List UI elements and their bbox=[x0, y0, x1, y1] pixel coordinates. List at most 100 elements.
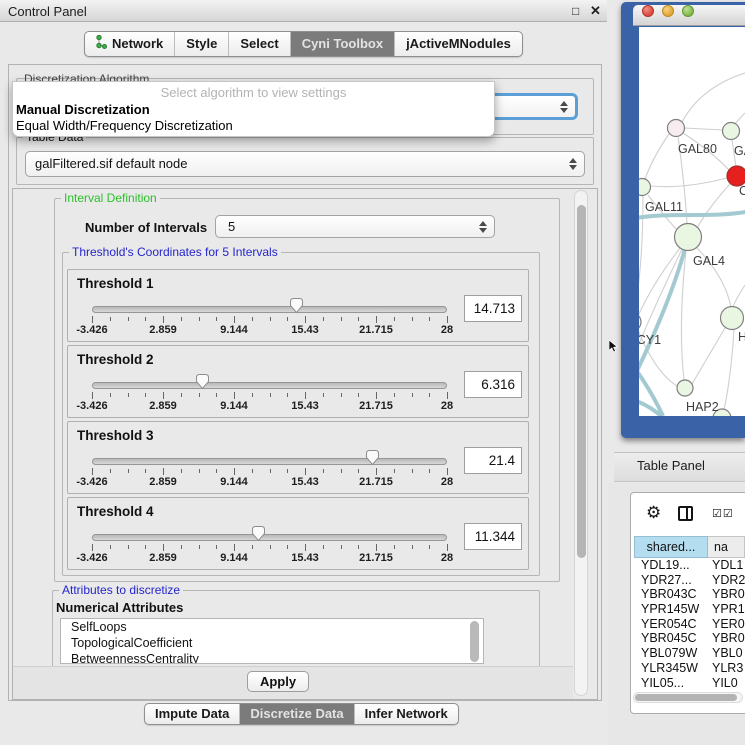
tab-impute-data[interactable]: Impute Data bbox=[145, 704, 239, 724]
GAL11-node[interactable] bbox=[639, 179, 651, 196]
window-minimize-icon[interactable] bbox=[662, 5, 674, 17]
numerical-attributes-list[interactable]: SelfLoopsTopologicalCoefficientBetweenne… bbox=[60, 618, 484, 664]
table-row[interactable]: YIL05...YIL0 bbox=[634, 676, 745, 691]
float-window-icon[interactable]: □ bbox=[572, 4, 579, 18]
table-row[interactable]: YDR27...YDR2 bbox=[634, 573, 745, 588]
node-label-gal11: GAL11 bbox=[645, 200, 683, 214]
GAL80-node[interactable] bbox=[668, 120, 685, 137]
minor-tick bbox=[128, 545, 129, 549]
threshold-value-field[interactable]: 14.713 bbox=[464, 295, 522, 322]
thresholds-group: Threshold's Coordinates for 5 Intervals … bbox=[62, 252, 540, 576]
window-close-icon[interactable] bbox=[642, 5, 654, 17]
network-edge[interactable] bbox=[681, 251, 686, 380]
network-edge[interactable] bbox=[682, 73, 745, 122]
number-of-intervals-dropdown[interactable]: 5 bbox=[215, 215, 495, 238]
slider-handle[interactable] bbox=[289, 297, 304, 314]
attributes-list-scrollbar-thumb[interactable] bbox=[470, 621, 479, 662]
table-row[interactable]: YLR345WYLR3 bbox=[634, 661, 745, 676]
cell-name: YBR0 bbox=[708, 631, 745, 646]
network-edge[interactable] bbox=[724, 330, 734, 410]
HAP2-node[interactable] bbox=[677, 380, 693, 396]
major-tick bbox=[92, 392, 93, 399]
attribute-item-selfloops[interactable]: SelfLoops bbox=[61, 619, 483, 635]
slider-handle[interactable] bbox=[251, 525, 266, 542]
network-edge[interactable] bbox=[697, 184, 730, 228]
table-row[interactable]: YBL079WYBL0 bbox=[634, 646, 745, 661]
threshold-label-4: Threshold 4 bbox=[77, 504, 154, 519]
minor-tick bbox=[394, 393, 395, 397]
column-header-name[interactable]: na bbox=[708, 536, 745, 558]
close-icon[interactable]: ✕ bbox=[590, 3, 601, 19]
attribute-item-topologicalcoefficient[interactable]: TopologicalCoefficient bbox=[61, 635, 483, 651]
network-edge[interactable] bbox=[639, 196, 643, 314]
tick-label: 9.144 bbox=[220, 324, 248, 336]
network-edge-thick[interactable] bbox=[639, 241, 687, 383]
gear-icon[interactable]: ⚙ bbox=[646, 503, 661, 523]
tick-label: 9.144 bbox=[220, 476, 248, 488]
network-edge[interactable] bbox=[733, 285, 745, 308]
vertical-scrollbar-thumb[interactable] bbox=[577, 205, 586, 558]
tick-label: 2.859 bbox=[149, 324, 177, 336]
tab-select[interactable]: Select bbox=[228, 32, 289, 56]
network-edge[interactable] bbox=[651, 178, 727, 187]
dropdown-option-equal-width-frequency[interactable]: Equal Width/Frequency Discretization bbox=[16, 118, 491, 133]
split-columns-icon[interactable] bbox=[678, 506, 693, 521]
table-row[interactable]: YBR043CYBR0 bbox=[634, 587, 745, 602]
threshold-value-field[interactable]: 21.4 bbox=[464, 447, 522, 474]
window-zoom-icon[interactable] bbox=[682, 5, 694, 17]
slider-track[interactable] bbox=[92, 382, 447, 389]
column-header-shared-name[interactable]: shared... bbox=[634, 536, 708, 558]
tab-network[interactable]: Network bbox=[85, 32, 174, 56]
table-row[interactable]: YBR045CYBR0 bbox=[634, 631, 745, 646]
horizontal-scrollbar-thumb[interactable] bbox=[635, 694, 737, 701]
GAL4-node[interactable] bbox=[675, 224, 702, 251]
apply-button[interactable]: Apply bbox=[247, 671, 309, 692]
top-right-node[interactable] bbox=[723, 123, 740, 140]
threshold-value-field[interactable]: 6.316 bbox=[464, 371, 522, 398]
major-tick bbox=[234, 316, 235, 323]
major-tick bbox=[163, 392, 164, 399]
minor-tick bbox=[341, 545, 342, 549]
minor-tick bbox=[394, 469, 395, 473]
dropdown-placeholder: Select algorithm to view settings bbox=[13, 85, 494, 100]
slider-track[interactable] bbox=[92, 534, 447, 541]
minor-tick bbox=[216, 545, 217, 549]
cell-name: YIL0 bbox=[708, 676, 745, 691]
select-columns-checkboxes-icon[interactable]: ☑☑ bbox=[712, 507, 734, 520]
tab-cyni-toolbox[interactable]: Cyni Toolbox bbox=[290, 32, 394, 56]
network-edge[interactable] bbox=[735, 113, 745, 124]
slider-track[interactable] bbox=[92, 458, 447, 465]
tab-infer-network[interactable]: Infer Network bbox=[354, 704, 458, 724]
minor-tick bbox=[216, 469, 217, 473]
tab-discretize-data[interactable]: Discretize Data bbox=[239, 704, 353, 724]
table-data-dropdown[interactable]: galFiltered.sif default node bbox=[25, 151, 585, 177]
node-label-c: C bbox=[739, 184, 745, 198]
attribute-item-betweennesscentrality[interactable]: BetweennessCentrality bbox=[61, 651, 483, 664]
tab-jactivemnodules[interactable]: jActiveMNodules bbox=[394, 32, 522, 56]
dropdown-option-manual-discretization[interactable]: Manual Discretization bbox=[16, 102, 491, 117]
network-edge[interactable] bbox=[692, 328, 725, 384]
major-tick bbox=[92, 316, 93, 323]
tab-style[interactable]: Style bbox=[174, 32, 228, 56]
mouse-cursor bbox=[609, 340, 619, 353]
minor-tick bbox=[412, 393, 413, 397]
minor-tick bbox=[181, 393, 182, 397]
minor-tick bbox=[287, 393, 288, 397]
red-node[interactable] bbox=[727, 166, 745, 186]
number-of-intervals-value: 5 bbox=[228, 219, 235, 234]
slider-handle[interactable] bbox=[365, 449, 380, 466]
network-edge[interactable] bbox=[645, 134, 669, 179]
table-row[interactable]: YER054CYER0 bbox=[634, 617, 745, 632]
table-row[interactable]: YPR145WYPR1 bbox=[634, 602, 745, 617]
GCY1-node[interactable] bbox=[639, 313, 641, 331]
table-row[interactable]: YDL19...YDL1 bbox=[634, 558, 745, 573]
tick-label: -3.426 bbox=[76, 476, 107, 488]
major-tick bbox=[305, 392, 306, 399]
slider-handle[interactable] bbox=[195, 373, 210, 390]
threshold-value-field[interactable]: 11.344 bbox=[464, 523, 522, 550]
network-canvas[interactable]: GAL80GACGAL11GAL4GCY1HHAP2 bbox=[639, 27, 745, 416]
slider-track[interactable] bbox=[92, 306, 447, 313]
network-edge[interactable] bbox=[684, 128, 723, 130]
minor-tick bbox=[199, 469, 200, 473]
H-node[interactable] bbox=[721, 307, 744, 330]
